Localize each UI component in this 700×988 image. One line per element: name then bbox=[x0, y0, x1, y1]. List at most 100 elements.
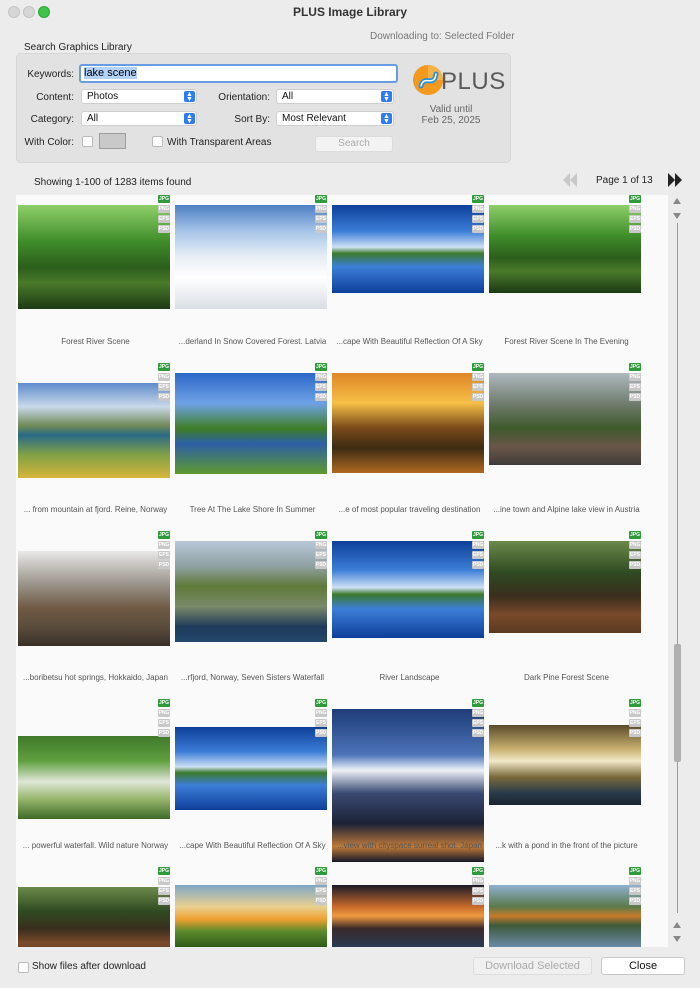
image-caption: ...ine town and Alpine lake view in Aust… bbox=[493, 505, 640, 514]
scroll-up-icon[interactable] bbox=[673, 922, 681, 928]
image-thumbnail[interactable] bbox=[175, 541, 327, 642]
title-bar: PLUS Image Library bbox=[0, 0, 700, 24]
image-thumbnail[interactable] bbox=[18, 887, 170, 947]
previous-page-icon[interactable] bbox=[563, 172, 577, 188]
eps-badge: EPS bbox=[158, 887, 170, 895]
image-tile[interactable]: JPG PNG EPS PSD ...cape With Beautiful Refle… bbox=[175, 699, 330, 867]
image-thumbnail[interactable] bbox=[18, 736, 170, 819]
valid-until-date: Feb 25, 2025 bbox=[421, 115, 481, 126]
image-caption: Dark Pine Forest Scene bbox=[524, 673, 609, 682]
jpg-badge: JPG bbox=[315, 867, 327, 875]
psd-badge: PSD bbox=[315, 897, 327, 905]
orientation-value: All bbox=[282, 91, 294, 102]
vertical-scrollbar[interactable] bbox=[671, 195, 685, 947]
scroll-track[interactable] bbox=[677, 223, 678, 913]
png-badge: PNG bbox=[629, 541, 641, 549]
category-select[interactable]: All ▲ ▼ bbox=[81, 111, 197, 126]
jpg-badge: JPG bbox=[629, 531, 641, 539]
orientation-select[interactable]: All ▲ ▼ bbox=[276, 89, 394, 104]
eps-badge: EPS bbox=[629, 215, 641, 223]
image-caption: ...k with a pond in the front of the pic… bbox=[495, 841, 638, 850]
image-tile[interactable]: JPG PNG EPS PSD ...rfjord, Norway, Seven Sis… bbox=[175, 531, 330, 699]
image-thumbnail[interactable] bbox=[175, 885, 327, 947]
image-tile[interactable]: JPG PNG EPS PSD ...cape With Beautiful Refle… bbox=[332, 195, 487, 363]
image-tile[interactable]: JPG PNG EPS PSD Forest River Scene bbox=[18, 195, 173, 363]
image-caption: ...derland In Snow Covered Forest. Latvi… bbox=[178, 337, 327, 346]
image-thumbnail[interactable] bbox=[175, 727, 327, 810]
image-tile[interactable]: JPG PNG EPS PSD ...e of most popular traveli… bbox=[332, 363, 487, 531]
jpg-badge: JPG bbox=[315, 363, 327, 371]
image-tile[interactable]: JPG PNG EPS PSD ... from mountain at fjord. … bbox=[18, 363, 173, 531]
sortby-select[interactable]: Most Relevant ▲ ▼ bbox=[276, 111, 394, 126]
image-thumbnail[interactable] bbox=[332, 885, 484, 947]
psd-badge: PSD bbox=[629, 729, 641, 737]
image-tile[interactable]: JPG PNG EPS PSD ...view with cityspace surre… bbox=[332, 699, 487, 867]
image-thumbnail[interactable] bbox=[489, 725, 641, 805]
show-files-checkbox[interactable] bbox=[18, 962, 29, 973]
image-thumbnail[interactable] bbox=[18, 205, 170, 309]
image-tile[interactable]: JPG PNG EPS PSD ...derland In Snow Covered F… bbox=[175, 195, 330, 363]
image-grid: JPG PNG EPS PSD Forest River Scene JPG PNG EPS P… bbox=[16, 195, 668, 947]
image-thumbnail[interactable] bbox=[332, 373, 484, 473]
image-thumbnail[interactable] bbox=[489, 205, 641, 293]
format-badges: JPG PNG EPS PSD bbox=[315, 195, 327, 235]
scroll-down-icon[interactable] bbox=[673, 213, 681, 219]
image-thumbnail[interactable] bbox=[175, 373, 327, 474]
scroll-down-icon[interactable] bbox=[673, 936, 681, 942]
content-select[interactable]: Photos ▲ ▼ bbox=[81, 89, 197, 104]
download-selected-button[interactable]: Download Selected bbox=[473, 957, 592, 975]
image-thumbnail[interactable] bbox=[489, 885, 641, 947]
image-thumbnail[interactable] bbox=[332, 541, 484, 638]
image-tile[interactable]: JPG PNG EPS PSD River Landscape bbox=[332, 531, 487, 699]
png-badge: PNG bbox=[472, 373, 484, 381]
image-tile[interactable]: JPG PNG EPS PSD Forest River Scene In The Ev… bbox=[489, 195, 644, 363]
image-thumbnail[interactable] bbox=[175, 205, 327, 309]
image-tile[interactable]: JPG PNG EPS PSD ...ine town and Alpine lake … bbox=[489, 363, 644, 531]
image-tile[interactable]: JPG PNG EPS PSD bbox=[489, 867, 644, 947]
format-badges: JPG PNG EPS PSD bbox=[315, 699, 327, 739]
psd-badge: PSD bbox=[158, 897, 170, 905]
image-tile[interactable]: JPG PNG EPS PSD bbox=[332, 867, 487, 947]
with-color-checkbox[interactable] bbox=[82, 136, 93, 147]
select-arrows-icon: ▲ ▼ bbox=[381, 113, 392, 125]
png-badge: PNG bbox=[629, 205, 641, 213]
image-tile[interactable]: JPG PNG EPS PSD ... powerful waterfall. Wild… bbox=[18, 699, 173, 867]
image-thumbnail[interactable] bbox=[489, 373, 641, 465]
sortby-label: Sort By: bbox=[234, 114, 270, 125]
image-caption: ...rfjord, Norway, Seven Sisters Waterfa… bbox=[180, 673, 325, 682]
eps-badge: EPS bbox=[472, 887, 484, 895]
next-page-icon[interactable] bbox=[668, 172, 682, 188]
image-thumbnail[interactable] bbox=[332, 205, 484, 293]
scroll-up-icon[interactable] bbox=[673, 198, 681, 204]
image-thumbnail[interactable] bbox=[332, 709, 484, 862]
format-badges: JPG PNG EPS PSD bbox=[315, 867, 327, 907]
jpg-badge: JPG bbox=[315, 699, 327, 707]
keywords-input[interactable]: lake scene bbox=[79, 64, 398, 83]
image-caption: ... from mountain at fjord. Reine, Norwa… bbox=[23, 505, 168, 514]
png-badge: PNG bbox=[158, 877, 170, 885]
image-tile[interactable]: JPG PNG EPS PSD bbox=[175, 867, 330, 947]
jpg-badge: JPG bbox=[629, 699, 641, 707]
select-arrows-icon: ▲ ▼ bbox=[381, 91, 392, 103]
eps-badge: EPS bbox=[472, 215, 484, 223]
scroll-thumb[interactable] bbox=[674, 644, 681, 762]
keywords-value: lake scene bbox=[84, 67, 137, 79]
image-thumbnail[interactable] bbox=[489, 541, 641, 633]
image-tile[interactable]: JPG PNG EPS PSD ...boribetsu hot springs, Ho… bbox=[18, 531, 173, 699]
png-badge: PNG bbox=[315, 373, 327, 381]
format-badges: JPG PNG EPS PSD bbox=[472, 699, 484, 739]
psd-badge: PSD bbox=[472, 393, 484, 401]
eps-badge: EPS bbox=[158, 215, 170, 223]
jpg-badge: JPG bbox=[472, 699, 484, 707]
close-button[interactable]: Close bbox=[601, 957, 685, 975]
color-picker-swatch[interactable] bbox=[99, 133, 126, 149]
valid-until-label: Valid until bbox=[429, 104, 473, 115]
image-tile[interactable]: JPG PNG EPS PSD ...k with a pond in the fron… bbox=[489, 699, 644, 867]
image-thumbnail[interactable] bbox=[18, 551, 170, 646]
image-tile[interactable]: JPG PNG EPS PSD Dark Pine Forest Scene bbox=[489, 531, 644, 699]
transparent-areas-checkbox[interactable] bbox=[152, 136, 163, 147]
image-tile[interactable]: JPG PNG EPS PSD Tree At The Lake Shore In Su… bbox=[175, 363, 330, 531]
image-tile[interactable]: JPG PNG EPS PSD bbox=[18, 867, 173, 947]
search-button[interactable]: Search bbox=[315, 136, 393, 152]
image-thumbnail[interactable] bbox=[18, 383, 170, 478]
